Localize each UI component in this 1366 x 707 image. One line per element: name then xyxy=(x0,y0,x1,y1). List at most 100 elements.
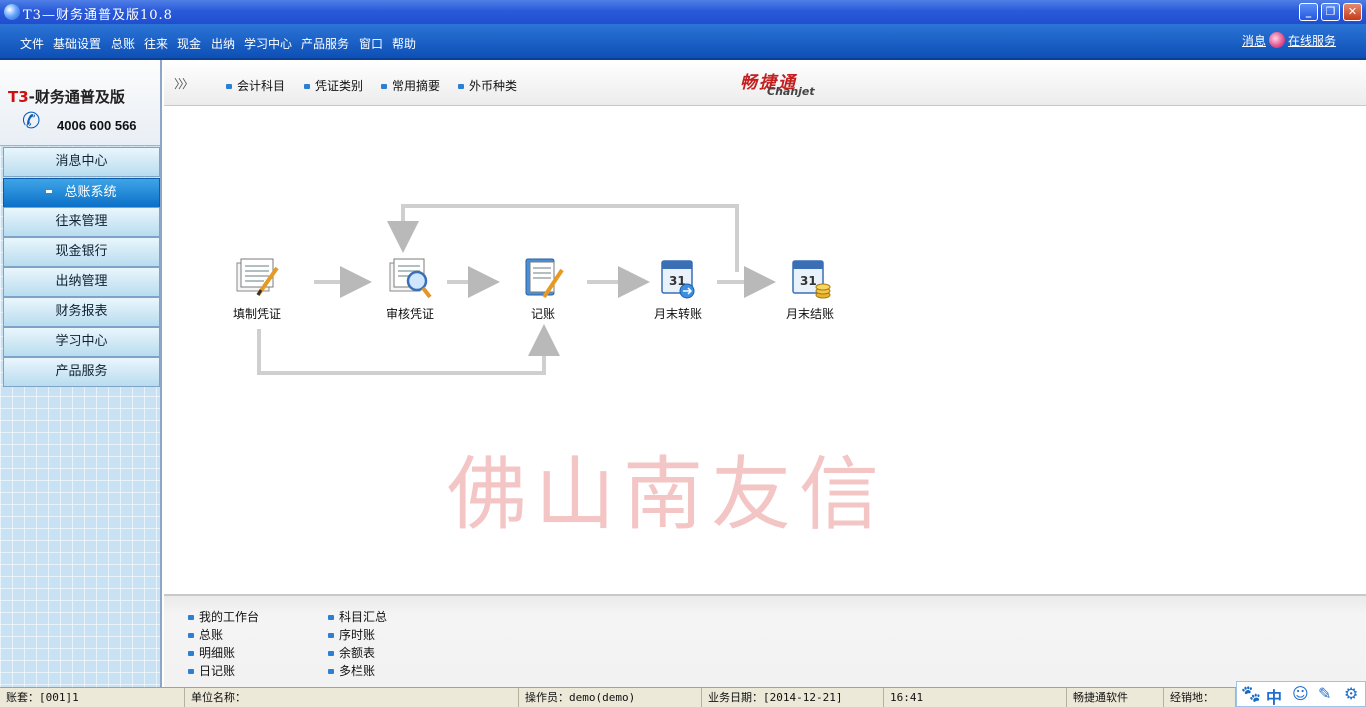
flow-node-audit-voucher[interactable]: 审核凭证 xyxy=(365,255,455,322)
online-service-link[interactable]: 在线服务 xyxy=(1288,34,1336,48)
quick-links-panel: 我的工作台 总账 明细账 日记账 科目汇总 序时账 余额表 多栏账 xyxy=(164,594,1366,687)
link-my-workbench[interactable]: 我的工作台 xyxy=(188,608,259,625)
sidebar-item-label: 学习中心 xyxy=(55,334,108,349)
status-company: 单位名称： xyxy=(185,688,519,707)
bullet-icon xyxy=(226,84,232,89)
link-label: 凭证类别 xyxy=(315,79,364,93)
audit-voucher-icon xyxy=(387,255,433,301)
link-label: 明细账 xyxy=(199,646,236,660)
window-title: T3—财务通普及版10.8 xyxy=(23,8,173,23)
link-label: 序时账 xyxy=(339,628,376,642)
flow-node-fill-voucher[interactable]: 填制凭证 xyxy=(212,255,302,322)
chanjet-logo: 畅捷通 Chanjet xyxy=(740,68,826,100)
menu-product-service[interactable]: 产品服务 xyxy=(301,35,349,52)
arrow-fill-to-post xyxy=(257,324,560,375)
menu-file[interactable]: 文件 xyxy=(20,35,44,52)
flow-node-month-end-transfer[interactable]: 31 月末转账 xyxy=(633,255,723,322)
link-detail-ledger[interactable]: 明细账 xyxy=(188,644,235,661)
watermark-text: 佛山南友信 xyxy=(447,448,887,541)
sidebar-item-label: 财务报表 xyxy=(55,304,108,319)
link-chronological-ledger[interactable]: 序时账 xyxy=(328,626,375,643)
menu-receivables[interactable]: 往来 xyxy=(144,35,168,52)
link-label: 科目汇总 xyxy=(339,610,388,624)
sidebar-item-financial-reports[interactable]: 财务报表 xyxy=(3,297,160,327)
menu-learning-center[interactable]: 学习中心 xyxy=(244,35,292,52)
flow-node-label: 月末转账 xyxy=(653,307,702,321)
month-end-transfer-icon: 31 xyxy=(655,255,701,301)
menu-cashier[interactable]: 出纳 xyxy=(211,35,235,52)
paw-icon[interactable]: 🐾 xyxy=(1241,684,1261,703)
ime-toolbar: 🐾 中 ☺ ✎ ⚙ xyxy=(1236,681,1366,707)
expand-chevron-icon[interactable]: 〉〉〉 xyxy=(174,75,194,92)
sidebar-item-learning-center[interactable]: 学习中心 xyxy=(3,327,160,357)
link-label: 多栏账 xyxy=(339,664,376,678)
link-label: 常用摘要 xyxy=(392,79,441,93)
link-label: 外币种类 xyxy=(469,79,518,93)
status-bar: 账套：[001]1 单位名称： 操作员：demo(demo) 业务日期：[201… xyxy=(0,687,1366,707)
hotline-number: 4006 600 566 xyxy=(57,118,137,133)
link-label: 总账 xyxy=(199,628,224,642)
svg-text:31: 31 xyxy=(800,274,817,288)
logo-en: Chanjet xyxy=(767,85,815,98)
close-button[interactable]: ✕ xyxy=(1343,3,1362,21)
sidebar-item-product-service[interactable]: 产品服务 xyxy=(3,357,160,387)
link-foreign-currency[interactable]: 外币种类 xyxy=(458,77,517,94)
sidebar-item-cashier[interactable]: 出纳管理 xyxy=(3,267,160,297)
flow-node-month-end-close[interactable]: 31 月末结账 xyxy=(765,255,855,322)
link-multi-column-ledger[interactable]: 多栏账 xyxy=(328,662,375,679)
link-subject-summary[interactable]: 科目汇总 xyxy=(328,608,387,625)
pen-icon[interactable]: ✎ xyxy=(1318,684,1331,703)
status-vendor: 畅捷通软件 xyxy=(1067,688,1164,707)
status-operator: 操作员：demo(demo) xyxy=(519,688,702,707)
sidebar-item-message-center[interactable]: 消息中心 xyxy=(3,147,160,177)
brand-product: -财务通普及版 xyxy=(28,88,125,106)
menu-basic-settings[interactable]: 基础设置 xyxy=(53,35,101,52)
bullet-icon xyxy=(304,84,310,89)
message-icon[interactable] xyxy=(1268,32,1285,48)
sidebar-item-label: 往来管理 xyxy=(55,214,108,229)
link-label: 日记账 xyxy=(199,664,236,678)
title-bar: T3—财务通普及版10.8 _ ❐ ✕ xyxy=(0,0,1366,24)
menu-window[interactable]: 窗口 xyxy=(359,35,383,52)
menu-general-ledger[interactable]: 总账 xyxy=(111,35,135,52)
bullet-icon xyxy=(328,615,334,620)
minimize-button[interactable]: _ xyxy=(1299,3,1318,21)
link-common-summaries[interactable]: 常用摘要 xyxy=(381,77,440,94)
menu-bar: 文件 基础设置 总账 往来 现金 出纳 学习中心 产品服务 窗口 帮助 消息 在线… xyxy=(0,24,1366,60)
link-account-subjects[interactable]: 会计科目 xyxy=(226,77,285,94)
bullet-icon xyxy=(188,633,194,638)
flow-node-label: 记账 xyxy=(530,307,555,321)
link-voucher-types[interactable]: 凭证类别 xyxy=(304,77,363,94)
brand-panel: T3-财务通普及版 ✆ 4006 600 566 xyxy=(0,60,160,146)
messages-link[interactable]: 消息 xyxy=(1242,34,1266,48)
link-general-ledger[interactable]: 总账 xyxy=(188,626,223,643)
sidebar-item-general-ledger[interactable]: 总账系统 xyxy=(3,178,160,208)
bullet-icon xyxy=(188,651,194,656)
bullet-icon xyxy=(188,669,194,674)
bullet-icon xyxy=(458,84,464,89)
menu-help[interactable]: 帮助 xyxy=(392,35,416,52)
ime-mode-toggle[interactable]: 中 xyxy=(1266,684,1282,707)
restore-icon: ❐ xyxy=(1325,5,1336,18)
link-label: 余额表 xyxy=(339,646,376,660)
flow-node-post-ledger[interactable]: 记账 xyxy=(498,255,588,322)
app-icon xyxy=(4,4,20,20)
sidebar-item-label: 总账系统 xyxy=(64,185,117,200)
sidebar-item-label: 现金银行 xyxy=(55,244,108,259)
sidebar-item-label: 消息中心 xyxy=(55,154,108,169)
link-balance-sheet[interactable]: 余额表 xyxy=(328,644,375,661)
sidebar-item-receivables[interactable]: 往来管理 xyxy=(3,207,160,237)
status-dealer: 经销地： xyxy=(1164,688,1236,707)
sidebar-item-label: 产品服务 xyxy=(55,364,108,379)
fill-voucher-icon xyxy=(234,255,280,301)
gear-icon[interactable]: ⚙ xyxy=(1344,684,1358,703)
restore-button[interactable]: ❐ xyxy=(1321,3,1340,21)
menu-cash[interactable]: 现金 xyxy=(177,35,201,52)
sidebar-item-cash-bank[interactable]: 现金银行 xyxy=(3,237,160,267)
status-time: 16:41 xyxy=(884,688,1067,707)
phone-icon: ✆ xyxy=(22,109,41,134)
bullet-icon xyxy=(188,615,194,620)
link-journal[interactable]: 日记账 xyxy=(188,662,235,679)
smile-icon[interactable]: ☺ xyxy=(1292,684,1309,703)
menu-right: 消息 在线服务 xyxy=(1242,32,1336,49)
